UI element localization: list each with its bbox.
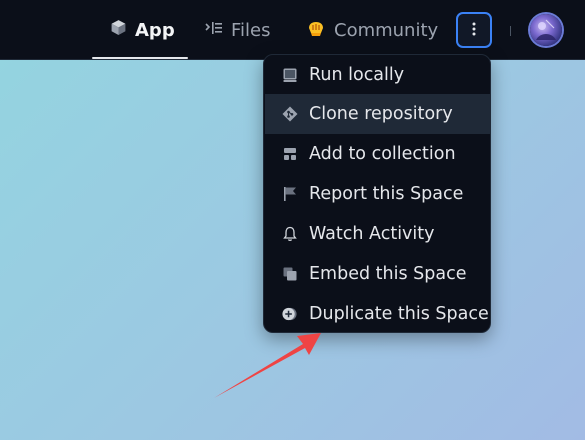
duplicate-icon (281, 306, 298, 323)
top-nav-bar: App Files Community (0, 0, 585, 60)
tab-community-label: Community (334, 19, 439, 41)
menu-item-label: Report this Space (309, 184, 464, 204)
active-tab-indicator (92, 57, 188, 59)
menu-item-embed-space[interactable]: Embed this Space (265, 254, 491, 294)
git-icon (281, 106, 298, 123)
terminal-icon (281, 67, 298, 84)
more-options-menu: Run locally Clone repository Add to coll… (263, 54, 491, 333)
menu-item-label: Add to collection (309, 144, 456, 164)
cube-icon (110, 19, 127, 41)
tab-files-label: Files (231, 19, 271, 41)
menu-item-report-space[interactable]: Report this Space (265, 174, 491, 214)
menu-item-clone-repository[interactable]: Clone repository (265, 94, 491, 134)
tab-app-label: App (135, 19, 175, 41)
bell-icon (281, 226, 298, 243)
flag-icon (281, 186, 298, 203)
vertical-dots-icon (471, 21, 477, 40)
page-background: App Files Community Run locally Clone re… (0, 0, 585, 440)
embed-icon (281, 266, 298, 283)
tab-app[interactable]: App (110, 0, 175, 60)
menu-item-label: Duplicate this Space (309, 304, 489, 324)
menu-item-add-to-collection[interactable]: Add to collection (265, 134, 491, 174)
menu-item-label: Embed this Space (309, 264, 467, 284)
menu-item-label: Run locally (309, 65, 405, 85)
nav-divider (510, 26, 511, 36)
menu-item-label: Clone repository (309, 104, 453, 124)
menu-item-watch-activity[interactable]: Watch Activity (265, 214, 491, 254)
tab-files[interactable]: Files (205, 0, 271, 60)
files-list-icon (205, 20, 223, 41)
community-hands-icon (306, 19, 326, 42)
user-avatar[interactable] (530, 14, 562, 46)
menu-item-duplicate-space[interactable]: Duplicate this Space (265, 294, 491, 334)
collection-icon (281, 146, 298, 163)
more-options-button[interactable] (456, 12, 492, 48)
menu-item-run-locally[interactable]: Run locally (265, 55, 491, 95)
menu-item-label: Watch Activity (309, 224, 435, 244)
tab-community[interactable]: Community (306, 0, 438, 60)
